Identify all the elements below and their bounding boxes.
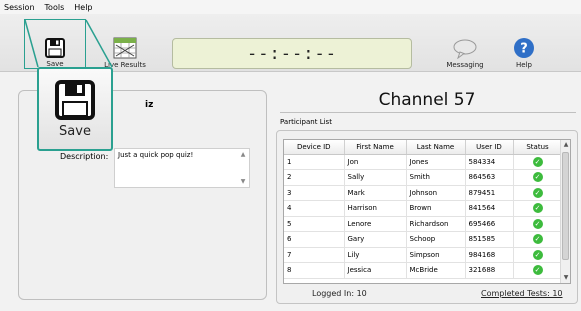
user-id-cell: 984168	[465, 247, 514, 263]
column-header-user-id[interactable]: User ID	[465, 140, 514, 155]
scroll-down-icon[interactable]: ▼	[241, 178, 246, 185]
speech-bubble-icon	[453, 39, 477, 59]
column-header-last-name[interactable]: Last Name	[406, 140, 466, 155]
table-row[interactable]: 8 Jessica McBride 321688 ✓	[284, 262, 563, 279]
check-icon: ✓	[532, 218, 543, 229]
menu-bar: Session Tools Help	[0, 0, 581, 14]
first-name-cell: Lily	[344, 247, 407, 263]
device-id-cell: 4	[284, 200, 345, 217]
check-icon: ✓	[532, 172, 543, 183]
user-id-cell: 864563	[465, 169, 514, 186]
status-cell: ✓	[513, 247, 563, 263]
last-name-cell: McBride	[406, 262, 466, 279]
menu-tools[interactable]: Tools	[45, 3, 65, 12]
first-name-cell: Mark	[344, 185, 407, 201]
menu-session[interactable]: Session	[4, 3, 35, 12]
last-name-cell: Jones	[406, 154, 466, 170]
check-icon: ✓	[532, 265, 543, 276]
status-cell: ✓	[513, 154, 563, 170]
first-name-cell: Jon	[344, 154, 407, 170]
table-row[interactable]: 5 Lenore Richardson 695466 ✓	[284, 216, 563, 232]
device-id-cell: 8	[284, 262, 345, 279]
description-label: Description:	[60, 152, 109, 161]
table-row[interactable]: 2 Sally Smith 864563 ✓	[284, 169, 563, 186]
svg-text:?: ?	[520, 42, 528, 57]
floppy-disk-icon	[55, 79, 95, 120]
table-row[interactable]: 4 Harrison Brown 841564 ✓	[284, 200, 563, 217]
last-name-cell: Simpson	[406, 247, 466, 263]
user-id-cell: 879451	[465, 185, 514, 201]
device-id-cell: 7	[284, 247, 345, 263]
help-icon: ?	[514, 38, 534, 58]
table-row[interactable]: 6 Gary Schoop 851585 ✓	[284, 231, 563, 248]
live-results-icon	[113, 37, 137, 59]
last-name-cell: Schoop	[406, 231, 466, 248]
check-icon: ✓	[532, 187, 543, 198]
table-row[interactable]: 7 Lily Simpson 984168 ✓	[284, 247, 563, 263]
device-id-cell: 1	[284, 154, 345, 170]
user-id-cell: 695466	[465, 216, 514, 232]
scroll-down-icon[interactable]: ▼	[561, 273, 570, 283]
last-name-cell: Brown	[406, 200, 466, 217]
last-name-cell: Richardson	[406, 216, 466, 232]
scroll-up-icon[interactable]: ▲	[561, 140, 570, 150]
status-cell: ✓	[513, 200, 563, 217]
device-id-cell: 6	[284, 231, 345, 248]
table-row[interactable]: 1 Jon Jones 584334 ✓	[284, 154, 563, 170]
column-header-first-name[interactable]: First Name	[344, 140, 407, 155]
description-field[interactable]: Just a quick pop quiz! ▲ ▼	[114, 148, 250, 188]
first-name-cell: Gary	[344, 231, 407, 248]
column-header-status[interactable]: Status	[513, 140, 563, 155]
channel-title: Channel 57	[378, 90, 476, 110]
status-cell: ✓	[513, 216, 563, 232]
logged-in-count: Logged In: 10	[312, 289, 367, 298]
user-id-cell: 321688	[465, 262, 514, 279]
user-id-cell: 841564	[465, 200, 514, 217]
table-scrollbar[interactable]: ▲ ▼	[560, 140, 570, 283]
scroll-thumb[interactable]	[562, 152, 569, 260]
check-icon: ✓	[532, 249, 543, 260]
help-button[interactable]: ? Help	[506, 19, 542, 69]
status-cell: ✓	[513, 262, 563, 279]
check-icon: ✓	[532, 203, 543, 214]
menu-help[interactable]: Help	[74, 3, 92, 12]
help-label: Help	[516, 61, 532, 69]
save-button[interactable]: Save	[24, 19, 86, 69]
description-scrollbar[interactable]: ▲ ▼	[237, 149, 249, 187]
first-name-cell: Jessica	[344, 262, 407, 279]
description-value: Just a quick pop quiz!	[118, 151, 194, 159]
last-name-cell: Johnson	[406, 185, 466, 201]
check-icon: ✓	[532, 234, 543, 245]
callout-save-label: Save	[59, 123, 91, 139]
status-cell: ✓	[513, 231, 563, 248]
column-header-device-id[interactable]: Device ID	[284, 140, 345, 155]
device-id-cell: 3	[284, 185, 345, 201]
last-name-cell: Smith	[406, 169, 466, 186]
live-results-button[interactable]: Live Results	[100, 19, 150, 69]
user-id-cell: 851585	[465, 231, 514, 248]
participant-table: Device ID First Name Last Name User ID S…	[283, 139, 571, 284]
device-id-cell: 2	[284, 169, 345, 186]
check-icon: ✓	[532, 156, 543, 167]
status-cell: ✓	[513, 185, 563, 201]
first-name-cell: Lenore	[344, 216, 407, 232]
user-id-cell: 584334	[465, 154, 514, 170]
quiz-title: iz	[145, 100, 154, 110]
scroll-up-icon[interactable]: ▲	[241, 151, 246, 158]
session-timer: --:--:--	[172, 38, 412, 69]
table-header-row: Device ID First Name Last Name User ID S…	[284, 140, 563, 155]
channel-divider	[280, 112, 576, 113]
participant-list-label: Participant List	[280, 118, 332, 126]
first-name-cell: Harrison	[344, 200, 407, 217]
floppy-disk-icon	[45, 38, 65, 58]
table-row[interactable]: 3 Mark Johnson 879451 ✓	[284, 185, 563, 201]
save-zoom-callout: Save	[37, 67, 113, 151]
status-cell: ✓	[513, 169, 563, 186]
messaging-button[interactable]: Messaging	[438, 19, 492, 69]
first-name-cell: Sally	[344, 169, 407, 186]
device-id-cell: 5	[284, 216, 345, 232]
completed-tests-link[interactable]: Completed Tests: 10	[481, 289, 563, 298]
toolbar: Save Live Results --:--:-- Messaging ? H…	[0, 14, 581, 72]
messaging-label: Messaging	[446, 61, 484, 69]
